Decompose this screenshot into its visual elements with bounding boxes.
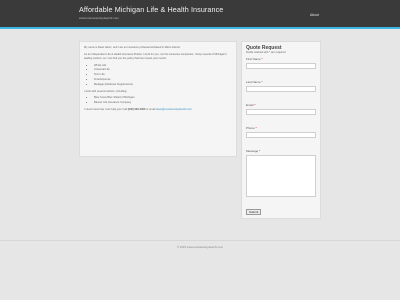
email-label-text: Email [246,103,254,107]
list-item: Whole Life [94,64,232,68]
contact-email-link[interactable]: dean@insurancebydeanhi.com [156,108,192,111]
page: Affordable Michigan Life & Health Insura… [0,0,400,300]
first-name-field[interactable] [246,63,316,69]
quote-request-widget: Quote Request Fields marked with * are r… [241,41,321,219]
message-field[interactable] [246,155,316,197]
first-name-label: First Name * [246,57,316,61]
footer-copyright: © 2015 www.insurancebydeanhi.com [176,245,224,249]
required-mark: * [254,103,256,107]
carriers-list: Blue Cross Blue Shield of Michigan Banne… [84,96,232,105]
phone-field[interactable] [246,132,316,138]
required-mark: * [259,149,261,153]
contact-text: I never know how I can help you! Call (2… [84,108,232,112]
list-item: Term Life [94,73,232,77]
nav-about-link[interactable]: About [310,13,319,17]
contact-prefix: I never know how I can help you! Call [84,107,128,111]
email-label: Email * [246,103,316,107]
list-item: Medigap (Medicare Supplements) [94,83,232,87]
site-subtitle: www.insurancebydeanhi.com [79,16,120,20]
email-field[interactable] [246,109,316,115]
first-name-label-text: First Name [246,57,261,61]
phone-label: Phone * [246,126,316,130]
list-item: Banner Life Insurance Company [94,101,232,105]
contact-phone: (248) 990-3966 [127,107,146,111]
site-title[interactable]: Affordable Michigan Life & Health Insura… [79,5,223,14]
last-name-label-text: Last Name [246,80,261,84]
footer-divider [0,240,400,241]
list-item: Final Expense [94,78,232,82]
required-note: Fields marked with * are required [246,51,286,54]
required-mark: * [261,80,263,84]
main-content: My name is Dean Heinz, and I am an Insur… [79,41,237,157]
required-mark: * [255,126,257,130]
contact-middle: or email [145,107,157,111]
last-name-label: Last Name * [246,80,316,84]
site-header: Affordable Michigan Life & Health Insura… [0,0,400,29]
list-item: Universal Life [94,68,232,72]
required-mark: * [261,57,263,61]
products-list: Whole Life Universal Life Term Life Fina… [84,64,232,87]
message-label: Message * [246,149,316,153]
carriers-text: I work with several carriers, including: [84,89,128,93]
intro-text: My name is Dean Heinz, and I am an Insur… [84,46,181,49]
last-name-field[interactable] [246,86,316,92]
phone-label-text: Phone [246,126,255,130]
agent-text: As an Independent Life & Health Insuranc… [84,52,227,60]
submit-button[interactable]: Submit [246,209,262,215]
list-item: Blue Cross Blue Shield of Michigan [94,96,232,100]
message-label-text: Message [246,149,259,153]
